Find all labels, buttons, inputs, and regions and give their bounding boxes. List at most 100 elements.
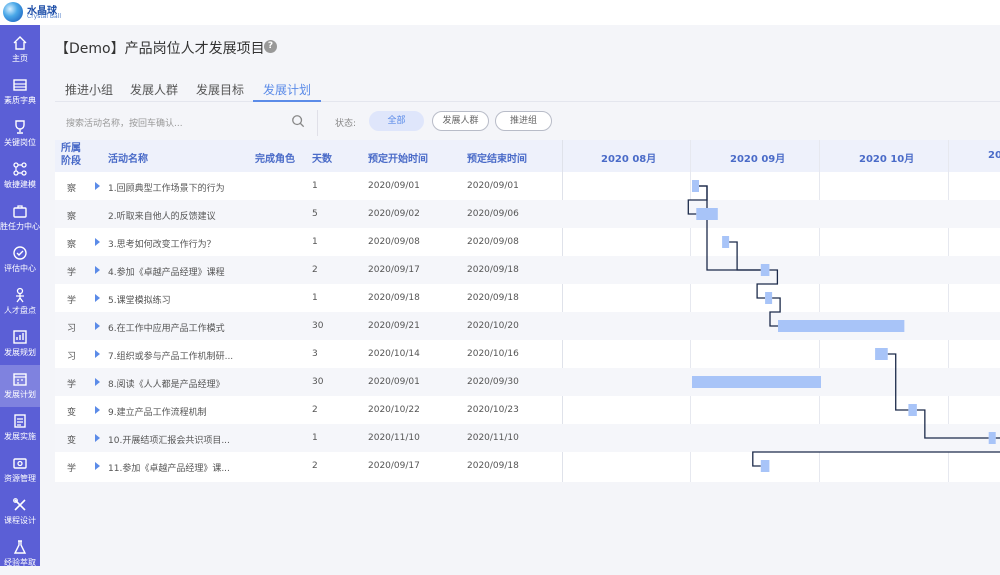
activity-name-cell: 1.回顾典型工作场景下的行为 (108, 184, 225, 194)
gantt-bar[interactable] (908, 404, 917, 416)
sidebar-item-8[interactable]: 发展计划 (0, 365, 40, 407)
table-row[interactable]: 学 4.参加《卓越产品经理》课程 2 2020/09/17 2020/09/18 (55, 256, 563, 284)
gantt-bar[interactable] (765, 292, 773, 304)
gantt-bar[interactable] (722, 236, 730, 248)
gantt-bar[interactable] (875, 348, 888, 360)
start-date-cell: 2020/09/08 (368, 237, 420, 247)
sidebar-item-9[interactable]: 发展实施 (0, 407, 40, 449)
sidebar-item-11[interactable]: 课程设计 (0, 491, 40, 533)
header-stage: 所属 阶段 (61, 143, 81, 167)
home-icon (13, 36, 27, 50)
days-cell: 5 (312, 209, 318, 219)
sidebar-item-label: 素质字典 (4, 96, 36, 105)
gantt-bar[interactable] (760, 460, 770, 472)
search-icon[interactable] (291, 114, 305, 128)
stage-cell: 学 (67, 268, 77, 278)
end-date-cell: 2020/09/18 (467, 461, 519, 471)
gantt-bar[interactable] (778, 320, 905, 332)
sidebar-item-label: 评估中心 (4, 264, 36, 273)
stage-cell: 察 (67, 184, 77, 194)
table-row[interactable]: 学 11.参加《卓越产品经理》课... 2 2020/09/17 2020/09/18 (55, 452, 563, 480)
start-date-cell: 2020/09/21 (368, 321, 420, 331)
days-cell: 2 (312, 265, 318, 275)
sidebar-item-label: 人才盘点 (4, 306, 36, 315)
flask-icon (13, 540, 27, 554)
expand-caret-icon[interactable] (95, 238, 100, 246)
sidebar-item-2[interactable]: 关键岗位 (0, 113, 40, 155)
start-date-cell: 2020/09/01 (368, 377, 420, 387)
assessment-icon (13, 246, 27, 260)
days-cell: 2 (312, 405, 318, 415)
sidebar-item-label: 发展规划 (4, 348, 36, 357)
sidebar-item-5[interactable]: 评估中心 (0, 239, 40, 281)
tab-dev-population[interactable]: 发展人群 (130, 81, 178, 102)
sidebar-item-label: 课程设计 (4, 516, 36, 525)
dictionary-icon (13, 79, 27, 91)
sidebar-item-0[interactable]: 主页 (0, 29, 40, 71)
header-days: 天数 (312, 154, 332, 165)
gantt-bar[interactable] (692, 180, 699, 192)
days-cell: 2 (312, 461, 318, 471)
table-row[interactable]: 变 9.建立产品工作流程机制 2 2020/10/22 2020/10/23 (55, 396, 563, 424)
days-cell: 30 (312, 377, 324, 387)
sidebar-item-7[interactable]: 发展规划 (0, 323, 40, 365)
sidebar-item-3[interactable]: 敏捷建模 (0, 155, 40, 197)
tab-dev-goals[interactable]: 发展目标 (196, 81, 244, 102)
tab-push-group[interactable]: 推进小组 (65, 81, 113, 102)
sidebar-item-4[interactable]: 胜任力中心 (0, 197, 40, 239)
activity-name-cell: 2.听取来自他人的反馈建议 (108, 212, 216, 222)
expand-caret-icon[interactable] (95, 182, 100, 190)
filter-divider (317, 110, 318, 136)
search-input[interactable]: 搜索活动名称，按回车确认... (66, 116, 183, 129)
sidebar-item-12[interactable]: 经验萃取 (0, 533, 40, 575)
end-date-cell: 2020/09/08 (467, 237, 519, 247)
days-cell: 3 (312, 349, 318, 359)
gantt-bar[interactable] (760, 264, 770, 276)
gantt-bar[interactable] (988, 432, 996, 444)
expand-caret-icon[interactable] (95, 350, 100, 358)
dependency-link (887, 353, 909, 411)
expand-caret-icon[interactable] (95, 266, 100, 274)
table-row[interactable]: 变 10.开展结项汇报会共识项目... 1 2020/11/10 2020/11/10 (55, 424, 563, 452)
table-row[interactable]: 习 6.在工作中应用产品工作模式 30 2020/09/21 2020/10/20 (55, 312, 563, 340)
table-row[interactable]: 察 2.听取来自他人的反馈建议 5 2020/09/02 2020/09/06 (55, 200, 563, 228)
month-label: 20 (988, 150, 1000, 161)
start-date-cell: 2020/11/10 (368, 433, 420, 443)
table-row[interactable]: 察 1.回顾典型工作场景下的行为 1 2020/09/01 2020/09/01 (55, 172, 563, 200)
days-cell: 1 (312, 433, 318, 443)
crystal-ball-logo-icon (3, 2, 23, 22)
gantt-bar[interactable] (696, 208, 718, 220)
month-label: 2020 08月 (601, 154, 657, 165)
help-icon[interactable]: ? (264, 40, 277, 53)
expand-caret-icon[interactable] (95, 294, 100, 302)
dependency-link (752, 437, 1000, 467)
gantt-bar[interactable] (692, 376, 821, 388)
start-date-cell: 2020/10/14 (368, 349, 420, 359)
page-title: 【Demo】产品岗位人才发展项目 (55, 41, 265, 57)
status-push-group-button[interactable]: 推进组 (495, 111, 552, 131)
stage-cell: 察 (67, 212, 77, 222)
expand-caret-icon[interactable] (95, 378, 100, 386)
status-population-button[interactable]: 发展人群 (432, 111, 489, 131)
start-date-cell: 2020/09/02 (368, 209, 420, 219)
month-label: 2020 09月 (730, 154, 786, 165)
table-row[interactable]: 学 8.阅读《人人都是产品经理》 30 2020/09/01 2020/09/30 (55, 368, 563, 396)
expand-caret-icon[interactable] (95, 434, 100, 442)
modeling-icon (13, 162, 27, 176)
sidebar-item-1[interactable]: 素质字典 (0, 71, 40, 113)
table-row[interactable]: 学 5.课堂模拟练习 1 2020/09/18 2020/09/18 (55, 284, 563, 312)
stage-cell: 察 (67, 240, 77, 250)
expand-caret-icon[interactable] (95, 322, 100, 330)
sidebar-item-6[interactable]: 人才盘点 (0, 281, 40, 323)
table-row[interactable]: 习 7.组织或参与产品工作机制研... 3 2020/10/14 2020/10/16 (55, 340, 563, 368)
activity-name-cell: 4.参加《卓越产品经理》课程 (108, 268, 225, 278)
expand-caret-icon[interactable] (95, 462, 100, 470)
sidebar-item-label: 发展计划 (4, 390, 36, 399)
expand-caret-icon[interactable] (95, 406, 100, 414)
table-row[interactable]: 察 3.思考如何改变工作行为？ 1 2020/09/08 2020/09/08 (55, 228, 563, 256)
end-date-cell: 2020/09/18 (467, 293, 519, 303)
sidebar-item-10[interactable]: 资源管理 (0, 449, 40, 491)
sidebar: 主页素质字典关键岗位 敏捷建模 胜任力中心评估中心人才盘点发展规划发展计划发展实施资… (0, 25, 40, 567)
tab-dev-plan[interactable]: 发展计划 (253, 81, 322, 102)
status-all-button[interactable]: 全部 (369, 111, 424, 131)
